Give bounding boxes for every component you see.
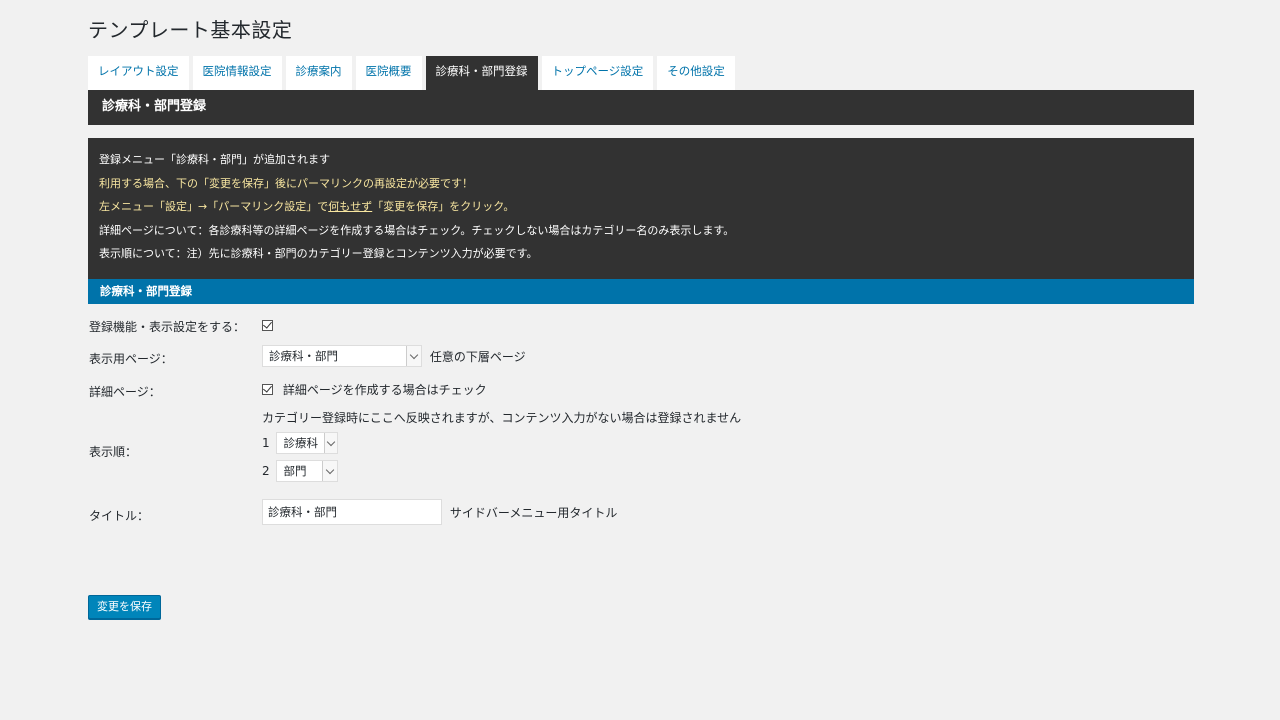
page-title: テンプレート基本設定	[88, 18, 293, 42]
tab-top-page[interactable]: トップページ設定	[541, 56, 654, 90]
check-mark-icon	[263, 383, 272, 393]
section-title: 診療科・部門登録	[88, 90, 1194, 125]
notice-line-5: 表示順について：注）先に診療科・部門のカテゴリー登録とコンテンツ入力が必要です。	[99, 247, 538, 260]
tab-medical-guide[interactable]: 診療案内	[285, 56, 352, 90]
order-item-2: 2 部門	[262, 460, 339, 482]
display-page-value: 診療科・部門	[269, 349, 338, 363]
detail-page-label: 詳細ページ：	[89, 385, 161, 399]
notice-line-1: 登録メニュー「診療科・部門」が追加されます	[99, 153, 330, 166]
chevron-down-icon	[406, 346, 421, 366]
order-label: 表示順：	[89, 445, 138, 459]
display-page-note: 任意の下層ページ	[429, 349, 526, 364]
notice-line-4: 詳細ページについて：各診療科等の詳細ページを作成する場合はチェック。チェックしな…	[99, 223, 735, 237]
notice-line-3-post: 「変更を保存」をクリック。	[372, 200, 515, 213]
tab-bar: レイアウト設定 医院情報設定 診療案内 医院概要 診療科・部門登録 トップページ…	[88, 56, 739, 90]
order-select-2[interactable]: 部門	[276, 460, 339, 482]
display-page-field: 診療科・部門 任意の下層ページ	[262, 345, 526, 367]
order-num-2: 2	[262, 464, 270, 478]
title-label: タイトル：	[89, 509, 150, 523]
detail-page-field: 詳細ページを作成する場合はチェック	[262, 381, 487, 398]
enable-checkbox[interactable]	[262, 319, 273, 331]
title-input[interactable]: 診療科・部門	[262, 499, 442, 525]
save-button[interactable]: 変更を保存	[88, 595, 161, 619]
tab-clinic-overview[interactable]: 医院概要	[355, 56, 422, 90]
notice-line-3: 左メニュー「設定」→「パーマリンク設定」で何もせず「変更を保存」をクリック。	[99, 197, 1194, 221]
notice-line-2: 利用する場合、下の「変更を保存」後にパーマリンクの再設定が必要です！	[99, 176, 473, 190]
tab-other[interactable]: その他設定	[657, 56, 735, 90]
tab-clinic-info[interactable]: 医院情報設定	[192, 56, 282, 90]
enable-field	[262, 318, 273, 332]
tab-layout[interactable]: レイアウト設定	[88, 56, 189, 90]
notice-box: 登録メニュー「診療科・部門」が追加されます 利用する場合、下の「変更を保存」後に…	[88, 138, 1194, 279]
title-note: サイドバーメニュー用タイトル	[449, 505, 618, 520]
form-section-title: 診療科・部門登録	[88, 279, 1194, 304]
title-field: 診療科・部門 サイドバーメニュー用タイトル	[262, 499, 617, 525]
display-page-label: 表示用ページ：	[89, 352, 173, 366]
order-note: カテゴリー登録時にここへ反映されますが、コンテンツ入力がない場合は登録されません	[262, 411, 742, 425]
chevron-down-icon	[322, 461, 338, 481]
order-select-1[interactable]: 診療科	[276, 432, 339, 454]
check-mark-icon	[263, 319, 272, 329]
order-value-2: 部門	[283, 464, 307, 478]
order-num-1: 1	[262, 436, 270, 450]
display-page-select[interactable]: 診療科・部門	[262, 345, 422, 367]
detail-page-checkbox-label: 詳細ページを作成する場合はチェック	[282, 383, 487, 397]
order-value-1: 診療科	[283, 436, 318, 450]
notice-emphasis: 何もせず	[328, 200, 373, 213]
tab-department-registration[interactable]: 診療科・部門登録	[425, 56, 538, 90]
chevron-down-icon	[323, 433, 338, 453]
order-item-1: 1 診療科	[262, 432, 339, 454]
enable-label: 登録機能・表示設定をする：	[89, 320, 246, 334]
detail-page-checkbox[interactable]	[262, 383, 273, 395]
notice-line-3-pre: 左メニュー「設定」→「パーマリンク設定」で	[99, 200, 329, 213]
